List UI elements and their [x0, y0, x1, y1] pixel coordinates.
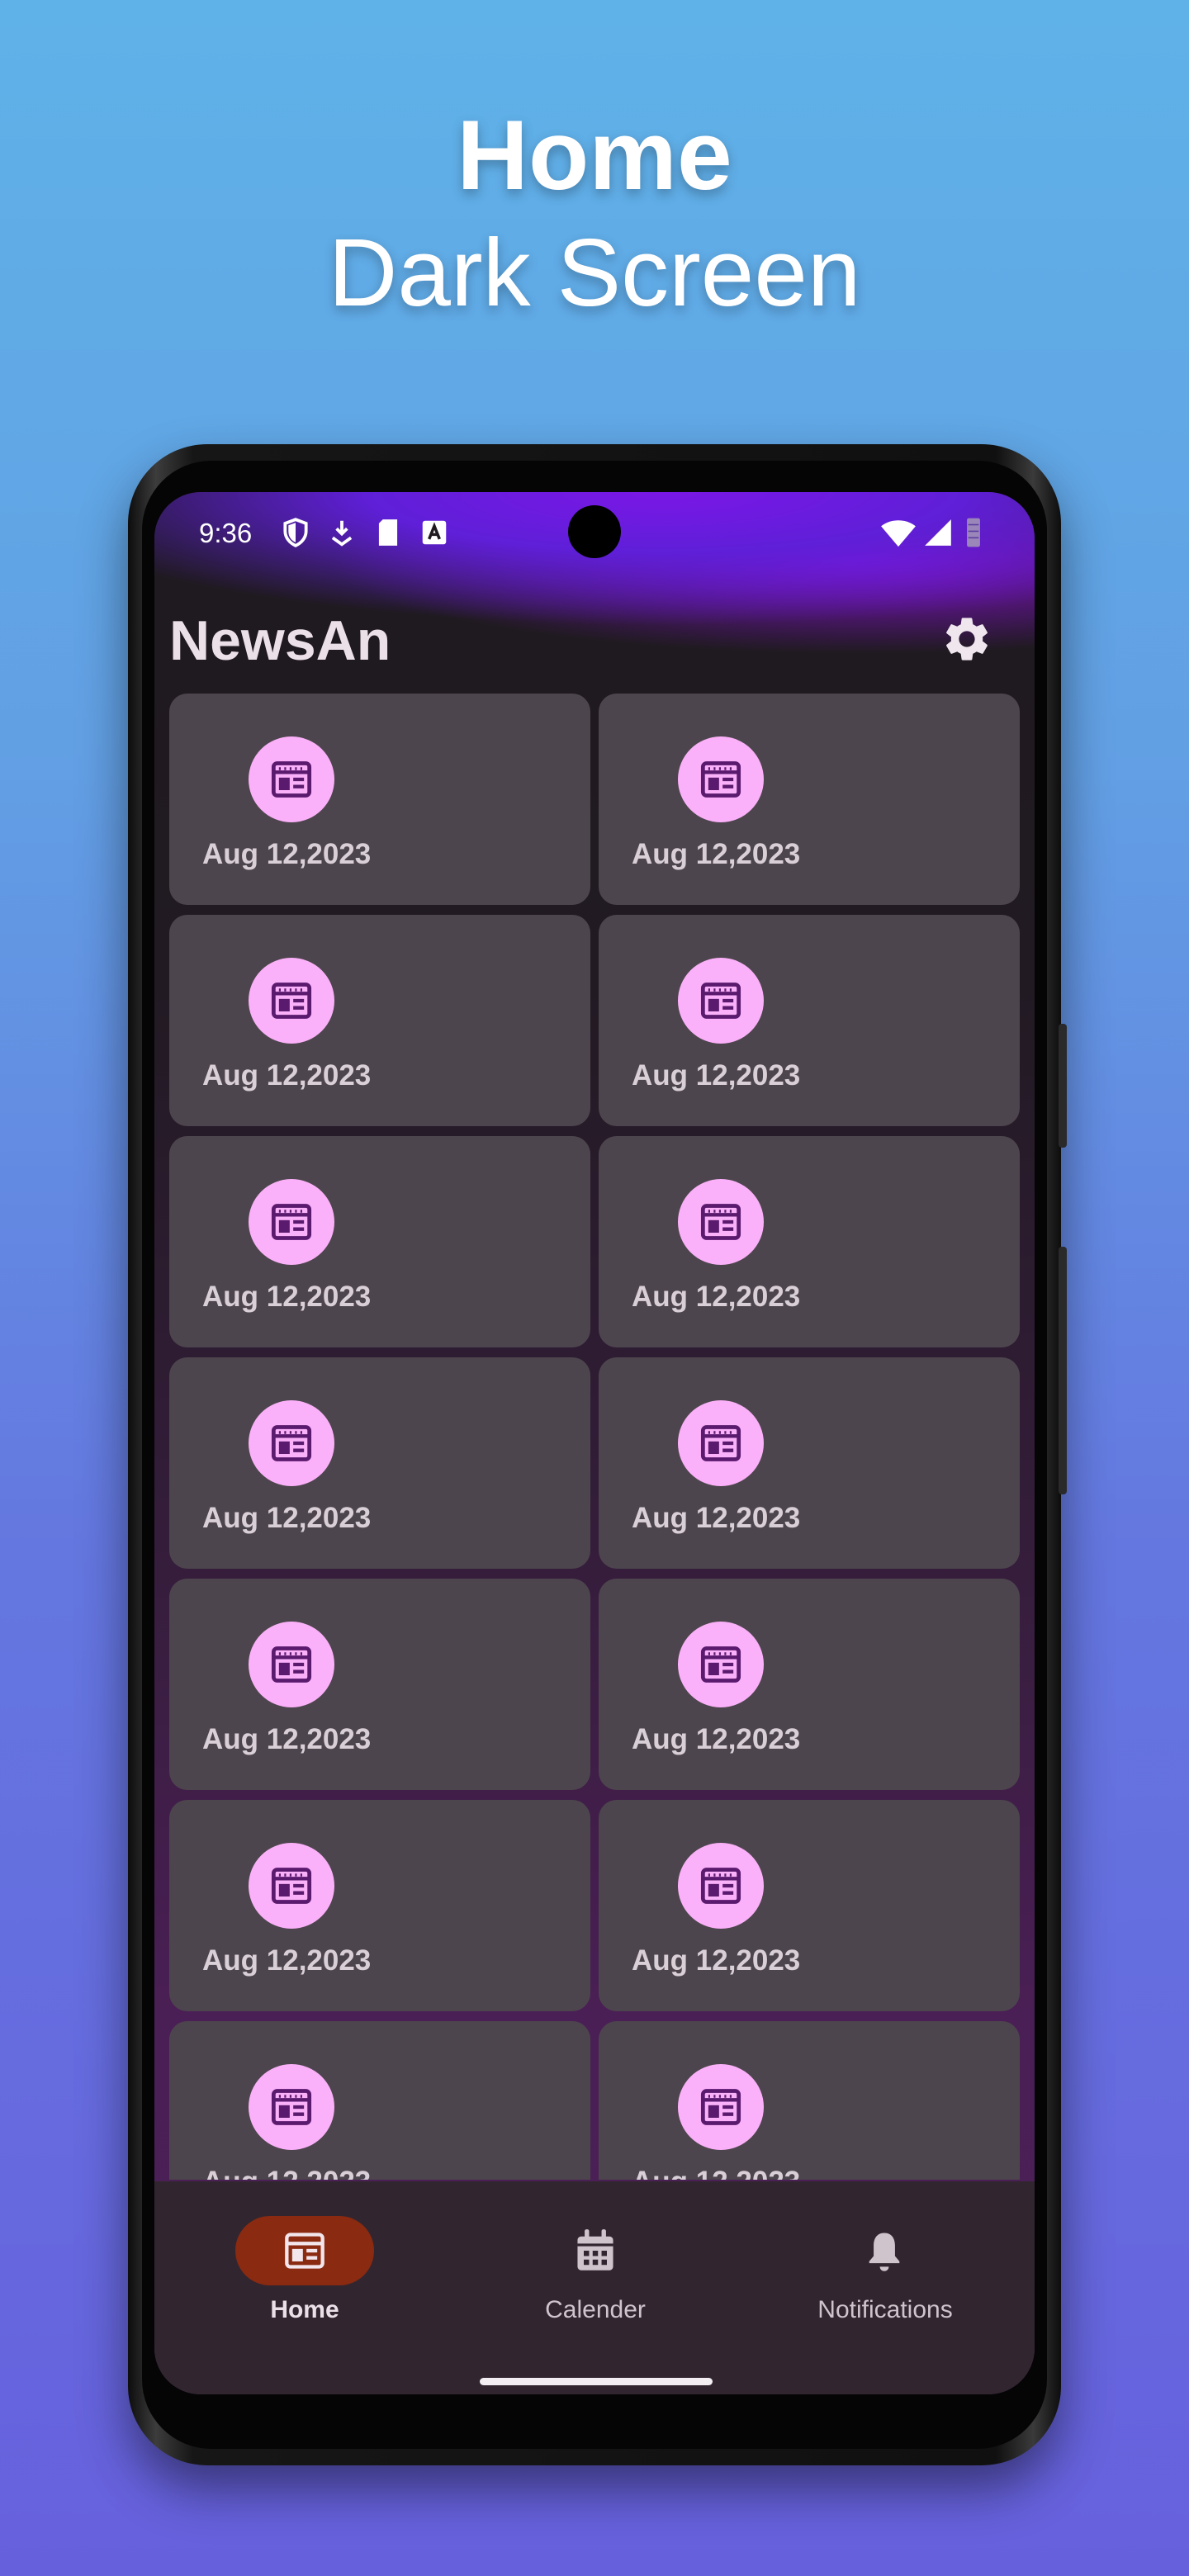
card-date: Aug 12,2023: [632, 1059, 801, 1091]
newspaper-icon: [271, 1868, 312, 1904]
news-card[interactable]: Aug 12,2023: [169, 1357, 590, 1569]
card-date: Aug 12,2023: [202, 1944, 372, 1977]
card-date: Aug 12,2023: [202, 1281, 372, 1313]
phone-screen: 9:36 NewsAn Aug 12,2023 Aug 12,2023 Aug 12…: [154, 492, 1035, 2394]
newspaper-icon-badge: [678, 1179, 764, 1265]
newspaper-icon-badge: [678, 1400, 764, 1486]
newspaper-icon-badge: [249, 736, 334, 822]
newspaper-icon: [700, 1646, 741, 1683]
newspaper-icon: [271, 1425, 312, 1461]
newspaper-icon: [285, 2233, 324, 2269]
promo-subtitle: Dark Screen: [328, 219, 861, 326]
newspaper-icon: [700, 983, 741, 1019]
nav-item-notifications[interactable]: Notifications: [736, 2181, 1035, 2330]
card-date: Aug 12,2023: [632, 1944, 801, 1977]
nav-item-calender[interactable]: Calender: [455, 2181, 736, 2330]
calendar-icon: [577, 2229, 613, 2271]
status-time: 9:36: [199, 518, 253, 548]
newspaper-icon-badge: [678, 2064, 764, 2150]
card-date: Aug 12,2023: [632, 2165, 800, 2180]
sd-card-icon: [372, 517, 404, 548]
newspaper-icon-badge: [678, 1843, 764, 1929]
newspaper-icon-badge: [678, 958, 764, 1044]
promo-title: Home: [457, 100, 732, 211]
shield-icon: [280, 517, 311, 548]
front-camera: [568, 505, 621, 558]
card-date: Aug 12,2023: [632, 1723, 801, 1755]
newspaper-icon-badge: [249, 958, 334, 1044]
newspaper-icon: [271, 1646, 312, 1683]
newspaper-icon: [700, 1868, 741, 1904]
news-card[interactable]: Aug 12,2023: [599, 694, 1020, 905]
newspaper-icon: [700, 2089, 741, 2125]
card-date: Aug 12,2023: [202, 838, 372, 870]
phone-side-button: [1059, 1024, 1067, 1148]
nav-label-home: Home: [270, 2296, 339, 2323]
battery-icon: [962, 517, 985, 548]
card-date: Aug 12,2023: [202, 1723, 372, 1755]
newspaper-icon: [700, 1204, 741, 1240]
newspaper-icon: [700, 1425, 741, 1461]
newspaper-icon-badge: [249, 2064, 334, 2150]
app-title: NewsAn: [169, 609, 391, 672]
news-card[interactable]: Aug 12,2023: [599, 2021, 1020, 2180]
phone-volume-button: [1059, 1247, 1067, 1494]
news-card[interactable]: Aug 12,2023: [169, 1579, 590, 1790]
news-card[interactable]: Aug 12,2023: [169, 1800, 590, 2011]
download-icon: [326, 517, 358, 548]
newspaper-icon: [271, 1204, 312, 1240]
newspaper-icon-badge: [249, 1179, 334, 1265]
news-card[interactable]: Aug 12,2023: [169, 1136, 590, 1347]
news-grid: Aug 12,2023 Aug 12,2023 Aug 12,2023 Aug 12,…: [169, 694, 1020, 2180]
newspaper-icon: [700, 761, 741, 798]
newspaper-icon-badge: [249, 1400, 334, 1486]
card-date: Aug 12,2023: [202, 2165, 371, 2180]
newspaper-icon: [271, 761, 312, 798]
news-card[interactable]: Aug 12,2023: [599, 915, 1020, 1126]
news-card[interactable]: Aug 12,2023: [599, 1579, 1020, 1790]
card-date: Aug 12,2023: [632, 1281, 801, 1313]
newspaper-icon-badge: [678, 736, 764, 822]
card-date: Aug 12,2023: [632, 838, 801, 870]
card-date: Aug 12,2023: [202, 1502, 372, 1534]
nav-label-notifications: Notifications: [817, 2296, 953, 2323]
gesture-bar[interactable]: [480, 2378, 713, 2385]
settings-button[interactable]: [940, 613, 993, 665]
newspaper-icon-badge: [249, 1843, 334, 1929]
a-badge-icon: [419, 517, 450, 548]
bottom-navigation: Home Calender Notifications: [154, 2181, 1035, 2394]
news-card[interactable]: Aug 12,2023: [169, 694, 590, 905]
bell-icon: [869, 2233, 900, 2271]
news-card[interactable]: Aug 12,2023: [169, 915, 590, 1126]
newspaper-icon-badge: [249, 1622, 334, 1707]
card-date: Aug 12,2023: [632, 1502, 801, 1534]
status-bar: 9:36: [154, 492, 1035, 571]
news-card[interactable]: Aug 12,2023: [599, 1800, 1020, 2011]
news-card[interactable]: Aug 12,2023: [599, 1136, 1020, 1347]
signal-icon: [922, 517, 954, 548]
nav-label-calender: Calender: [545, 2296, 646, 2323]
card-date: Aug 12,2023: [202, 1059, 372, 1091]
news-card[interactable]: Aug 12,2023: [599, 1357, 1020, 1569]
newspaper-icon: [271, 2089, 312, 2125]
gear-icon: [946, 618, 988, 661]
nav-item-home[interactable]: Home: [154, 2181, 455, 2330]
newspaper-icon: [271, 983, 312, 1019]
wifi-icon: [879, 517, 917, 548]
newspaper-icon-badge: [678, 1622, 764, 1707]
news-card[interactable]: Aug 12,2023: [169, 2021, 590, 2180]
